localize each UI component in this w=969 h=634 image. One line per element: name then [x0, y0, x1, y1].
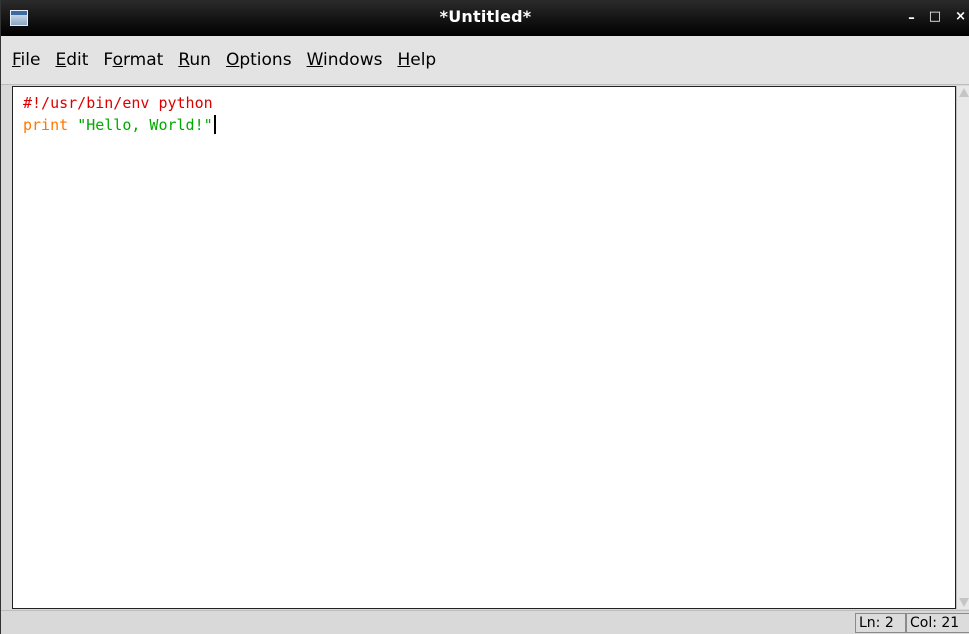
window-controls: – □ × — [908, 9, 966, 26]
menu-run[interactable]: Run — [178, 50, 211, 70]
code-token-string: "Hello, World!" — [77, 116, 213, 134]
menu-mnemonic: F — [12, 50, 21, 70]
menu-file[interactable]: File — [12, 50, 40, 70]
vertical-scrollbar[interactable] — [956, 86, 969, 609]
menu-mnemonic: H — [397, 50, 411, 70]
menu-edit[interactable]: Edit — [55, 50, 88, 70]
status-bar: Ln: 2 Col: 21 — [1, 610, 969, 634]
code-line[interactable]: #!/usr/bin/env python — [23, 92, 216, 114]
status-column-number: Col: 21 — [906, 613, 969, 633]
code-token-keyword: print — [23, 116, 69, 134]
status-line-number: Ln: 2 — [855, 613, 906, 633]
menu-mnemonic: W — [306, 50, 323, 70]
code-line[interactable]: print "Hello, World!" — [23, 114, 216, 136]
close-icon[interactable]: × — [955, 9, 966, 26]
menu-help[interactable]: Help — [397, 50, 436, 70]
scroll-down-icon[interactable] — [959, 598, 969, 607]
window-title: *Untitled* — [439, 7, 532, 26]
maximize-icon[interactable]: □ — [929, 9, 941, 26]
code-editor[interactable]: #!/usr/bin/env python print "Hello, World… — [12, 86, 956, 609]
code-token-comment: #!/usr/bin/env python — [23, 94, 213, 112]
menu-mnemonic: R — [178, 50, 190, 70]
menu-format[interactable]: Format — [103, 50, 163, 70]
menu-mnemonic: o — [112, 50, 123, 70]
minimize-icon[interactable]: – — [908, 11, 915, 26]
title-bar[interactable]: *Untitled* – □ × — [1, 0, 969, 36]
text-cursor — [213, 115, 216, 134]
scroll-up-icon[interactable] — [959, 88, 969, 97]
code-text[interactable]: #!/usr/bin/env python print "Hello, World… — [23, 92, 216, 136]
menu-windows[interactable]: Windows — [307, 50, 383, 70]
menu-mnemonic: E — [55, 50, 67, 70]
menu-mnemonic: O — [225, 50, 240, 70]
idle-editor-window: *Untitled* – □ × File Edit Format Run Op… — [0, 0, 969, 634]
menu-options[interactable]: Options — [226, 50, 292, 70]
menu-bar: File Edit Format Run Options Windows Hel… — [1, 36, 969, 85]
